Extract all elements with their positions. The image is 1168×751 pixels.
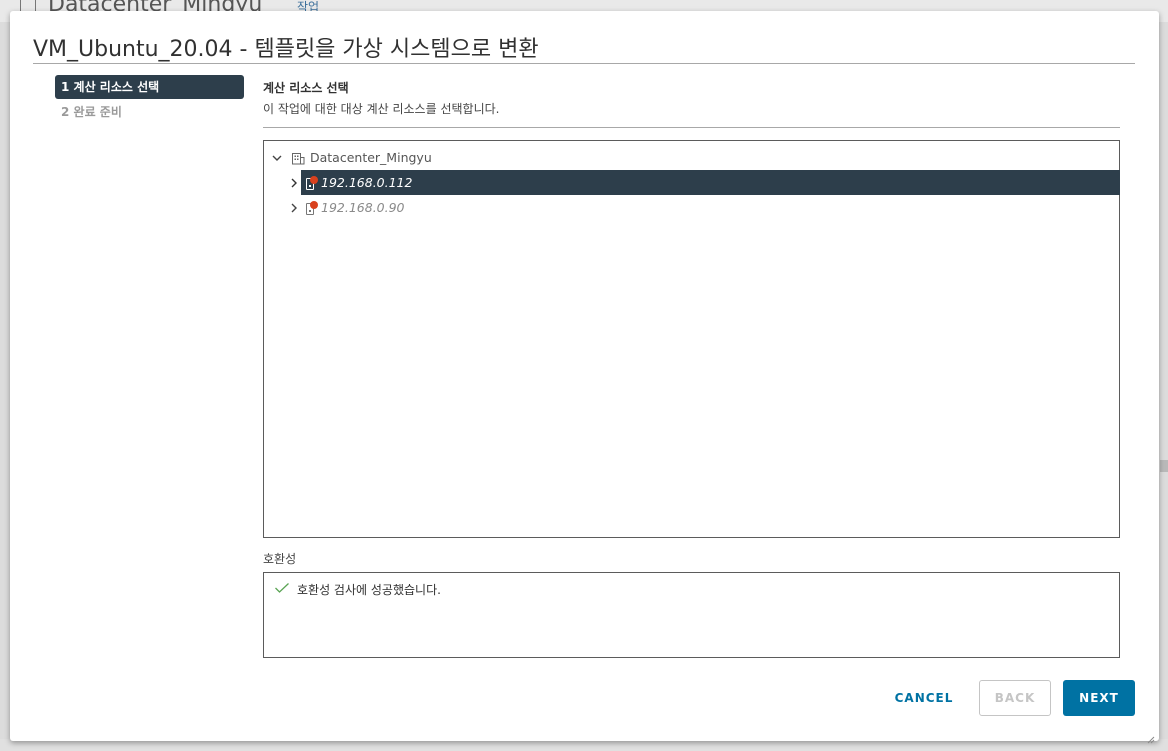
host-alert-icon <box>305 200 318 215</box>
tree-node-label: 192.168.0.90 <box>321 200 405 215</box>
tree-node-label: 192.168.0.112 <box>321 175 413 190</box>
convert-template-dialog: VM_Ubuntu_20.04 - 템플릿을 가상 시스템으로 변환 1 계산 … <box>10 11 1159 744</box>
check-icon <box>274 582 290 597</box>
cancel-button[interactable]: CANCEL <box>888 680 960 716</box>
back-button: BACK <box>979 680 1051 716</box>
host-alert-icon <box>305 175 318 190</box>
step-ready-to-complete: 2 완료 준비 <box>61 105 122 119</box>
step-select-compute-resource[interactable]: 1 계산 리소스 선택 <box>55 75 244 99</box>
chevron-right-icon[interactable] <box>287 176 301 190</box>
step-content: 계산 리소스 선택 이 작업에 대한 대상 계산 리소스를 선택합니다. Dat… <box>263 79 1120 658</box>
tree-node-host[interactable]: 192.168.0.90 <box>287 195 405 220</box>
dialog-title: VM_Ubuntu_20.04 - 템플릿을 가상 시스템으로 변환 <box>33 37 539 62</box>
compatibility-message: 호환성 검사에 성공했습니다. <box>274 581 441 598</box>
chevron-right-icon[interactable] <box>287 201 301 215</box>
section-title: 계산 리소스 선택 <box>263 81 349 95</box>
next-button[interactable]: NEXT <box>1063 680 1135 716</box>
wizard-steps: 1 계산 리소스 선택 2 완료 준비 <box>55 75 244 125</box>
tree-node-label: Datacenter_Mingyu <box>310 150 432 165</box>
datacenter-icon <box>291 151 305 165</box>
resize-grip-icon[interactable] <box>1147 729 1155 744</box>
compute-resource-tree: Datacenter_Mingyu 192.168.0.112 192.168.… <box>263 140 1120 538</box>
compatibility-label: 호환성 <box>263 552 297 566</box>
tree-node-datacenter[interactable]: Datacenter_Mingyu <box>270 145 432 170</box>
section-description: 이 작업에 대한 대상 계산 리소스를 선택합니다. <box>263 102 500 116</box>
tree-node-host-selected[interactable]: 192.168.0.112 <box>291 170 1120 195</box>
compatibility-panel: 호환성 검사에 성공했습니다. <box>263 572 1120 658</box>
title-divider <box>33 63 1135 64</box>
chevron-down-icon[interactable] <box>270 151 284 165</box>
background-scroll-tab <box>1160 460 1168 472</box>
compatibility-message-text: 호환성 검사에 성공했습니다. <box>297 583 441 597</box>
section-divider <box>263 127 1120 128</box>
